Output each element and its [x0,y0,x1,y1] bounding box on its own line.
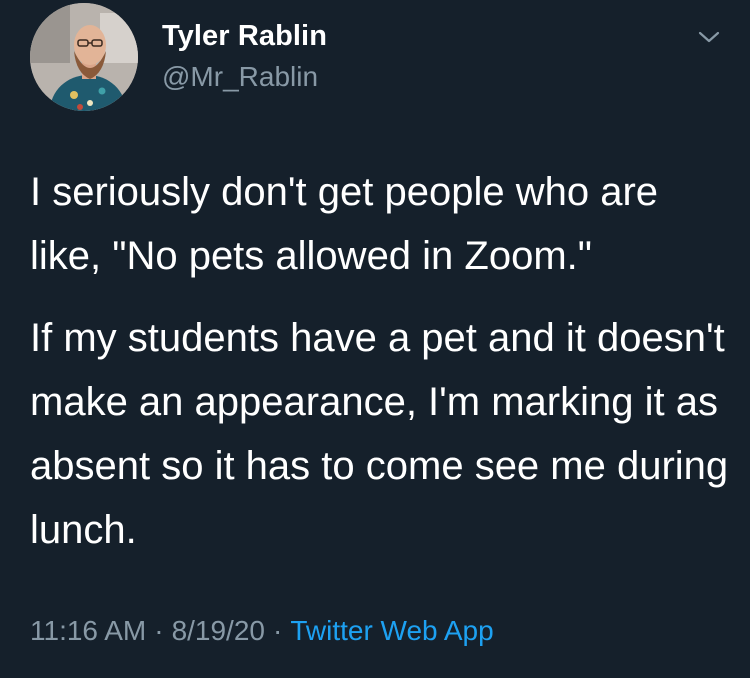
tweet-time[interactable]: 11:16 AM [30,615,146,646]
meta-separator: · [154,615,164,646]
author-avatar[interactable] [30,3,138,111]
tweet-card: Tyler Rablin @Mr_Rablin I seriously don'… [0,0,750,678]
tweet-paragraph: I seriously don't get people who are lik… [30,170,659,278]
author-handle[interactable]: @Mr_Rablin [162,61,318,93]
profile-photo-icon [30,3,138,111]
tweet-menu-button[interactable] [692,20,726,54]
chevron-down-icon [698,31,720,43]
tweet-meta: 11:16 AM · 8/19/20 · Twitter Web App [30,611,494,651]
tweet-text: I seriously don't get people who are lik… [30,160,730,562]
author-display-name[interactable]: Tyler Rablin [162,20,327,53]
tweet-paragraph: If my students have a pet and it doesn't… [30,316,729,552]
meta-separator: · [272,615,283,646]
tweet-date[interactable]: 8/19/20 [172,615,265,646]
tweet-source-link[interactable]: Twitter Web App [290,615,493,646]
